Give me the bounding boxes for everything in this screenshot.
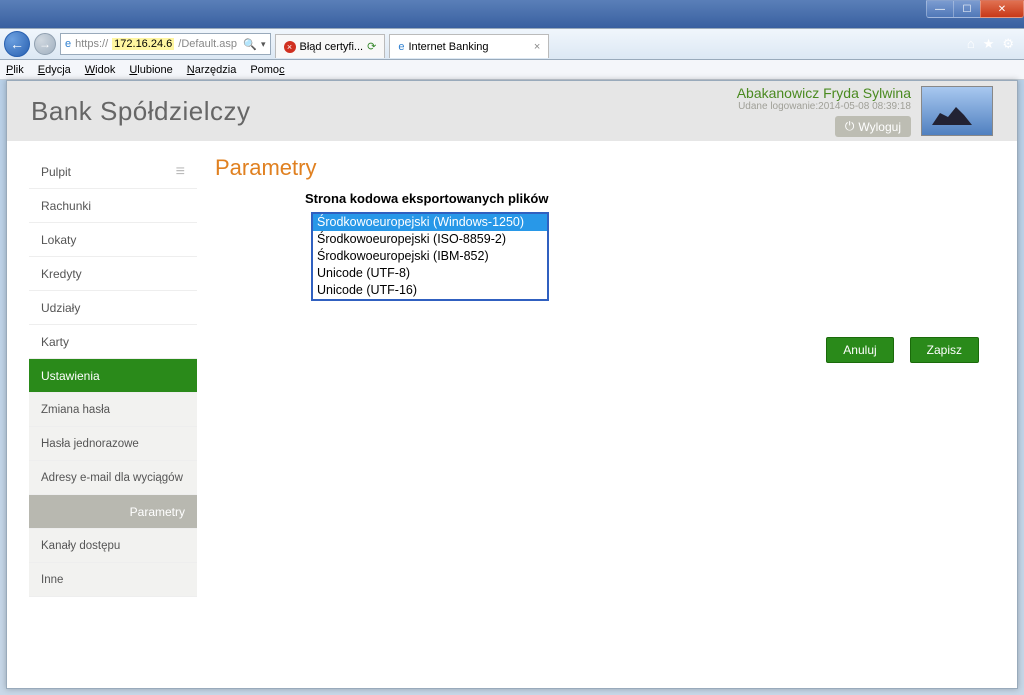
header-image bbox=[921, 86, 993, 136]
menu-widok[interactable]: Widok bbox=[85, 64, 116, 76]
favorites-icon[interactable]: ★ bbox=[983, 36, 995, 52]
cert-error-label: Błąd certyfi... bbox=[300, 41, 364, 53]
sidebar-item-rachunki[interactable]: Rachunki bbox=[29, 189, 197, 223]
back-button[interactable]: ← bbox=[4, 31, 30, 57]
window-minimize-button[interactable]: — bbox=[926, 0, 954, 18]
save-label: Zapisz bbox=[927, 343, 962, 357]
url-host: 172.16.24.6 bbox=[112, 38, 174, 50]
sidebar-item-label: Rachunki bbox=[41, 199, 91, 213]
ie-icon: e bbox=[65, 38, 71, 50]
certificate-error-tab[interactable]: × Błąd certyfi... ⟳ bbox=[275, 34, 386, 58]
cancel-button[interactable]: Anuluj bbox=[826, 337, 893, 363]
sidebar-item-label: Hasła jednorazowe bbox=[41, 438, 139, 450]
sidebar-item-pulpit[interactable]: Pulpit ≡ bbox=[29, 155, 197, 189]
sidebar-item-karty[interactable]: Karty bbox=[29, 325, 197, 359]
tab-close-icon[interactable]: × bbox=[534, 41, 540, 53]
power-icon: ⏻ bbox=[845, 119, 855, 134]
url-scheme: https:// bbox=[75, 38, 108, 50]
encoding-select[interactable]: Środkowoeuropejski (Windows-1250) Środko… bbox=[311, 212, 549, 301]
login-timestamp: Udane logowanie:2014-05-08 08:39:18 bbox=[737, 101, 911, 112]
encoding-option[interactable]: Środkowoeuropejski (Windows-1250) bbox=[313, 214, 547, 231]
tab-title: Internet Banking bbox=[408, 41, 488, 53]
sidebar-item-label: Pulpit bbox=[41, 165, 71, 179]
error-icon: × bbox=[284, 41, 296, 53]
sidebar-item-label: Adresy e-mail dla wyciągów bbox=[41, 472, 183, 484]
menu-pomoc[interactable]: Pomoc bbox=[250, 64, 284, 76]
encoding-option[interactable]: Unicode (UTF-16) bbox=[313, 282, 547, 299]
sidebar-item-label: Kredyty bbox=[41, 267, 82, 281]
sidebar-item-label: Parametry bbox=[130, 505, 185, 519]
logout-label: Wyloguj bbox=[858, 120, 901, 134]
window-maximize-button[interactable]: ☐ bbox=[953, 0, 981, 18]
sidebar-item-hasla-jednorazowe[interactable]: Hasła jednorazowe bbox=[29, 427, 197, 461]
search-icon[interactable]: 🔍 bbox=[241, 38, 259, 51]
page-document: Bank Spółdzielczy Abakanowicz Fryda Sylw… bbox=[6, 80, 1018, 689]
sidebar-item-udzialy[interactable]: Udziały bbox=[29, 291, 197, 325]
sidebar-item-label: Lokaty bbox=[41, 233, 76, 247]
home-icon[interactable]: ⌂ bbox=[967, 36, 975, 52]
sidebar-item-label: Udziały bbox=[41, 301, 80, 315]
ie-icon: e bbox=[398, 41, 404, 53]
sidebar-item-label: Kanały dostępu bbox=[41, 540, 120, 552]
menu-plik[interactable]: PPliklik bbox=[6, 64, 24, 76]
sidebar-item-label: Karty bbox=[41, 335, 69, 349]
tools-icon[interactable]: ⚙ bbox=[1002, 36, 1014, 52]
browser-tab[interactable]: e Internet Banking × bbox=[389, 34, 549, 58]
address-bar[interactable]: e https:// 172.16.24.6/Default.asp 🔍 ▾ bbox=[60, 33, 271, 55]
sidebar-item-label: Inne bbox=[41, 574, 63, 586]
window-titlebar: — ☐ ✕ bbox=[0, 0, 1024, 28]
arrow-left-icon: ← bbox=[10, 36, 24, 52]
cancel-label: Anuluj bbox=[843, 343, 876, 357]
url-path: /Default.asp bbox=[178, 38, 237, 50]
page-title: Parametry bbox=[215, 155, 995, 181]
sidebar-item-parametry[interactable]: Parametry bbox=[29, 495, 197, 529]
menu-edycja[interactable]: Edycja bbox=[38, 64, 71, 76]
page-header: Bank Spółdzielczy Abakanowicz Fryda Sylw… bbox=[7, 81, 1017, 141]
user-name: Abakanowicz Fryda Sylwina bbox=[737, 85, 911, 101]
encoding-option[interactable]: Środkowoeuropejski (ISO-8859-2) bbox=[313, 231, 547, 248]
refresh-icon[interactable]: ⟳ bbox=[367, 40, 376, 53]
hamburger-icon[interactable]: ≡ bbox=[176, 164, 185, 180]
forward-button[interactable]: → bbox=[34, 33, 56, 55]
sidebar-item-adresy-email[interactable]: Adresy e-mail dla wyciągów bbox=[29, 461, 197, 495]
setting-label: Strona kodowa eksportowanych plików bbox=[305, 191, 995, 206]
sidebar-item-lokaty[interactable]: Lokaty bbox=[29, 223, 197, 257]
save-button[interactable]: Zapisz bbox=[910, 337, 979, 363]
sidebar: Pulpit ≡ Rachunki Lokaty Kredyty Udziały… bbox=[29, 155, 197, 597]
encoding-option[interactable]: Środkowoeuropejski (IBM-852) bbox=[313, 248, 547, 265]
menu-ulubione[interactable]: Ulubione bbox=[129, 64, 172, 76]
bank-logo-text: Bank Spółdzielczy bbox=[31, 96, 251, 127]
arrow-right-icon: → bbox=[39, 37, 51, 51]
dropdown-icon[interactable]: ▾ bbox=[261, 39, 266, 50]
sidebar-item-kredyty[interactable]: Kredyty bbox=[29, 257, 197, 291]
browser-nav-row: ← → e https:// 172.16.24.6/Default.asp 🔍 … bbox=[0, 28, 1024, 60]
logout-button[interactable]: ⏻ Wyloguj bbox=[835, 116, 911, 137]
sidebar-item-ustawienia[interactable]: Ustawienia bbox=[29, 359, 197, 393]
encoding-option[interactable]: Unicode (UTF-8) bbox=[313, 265, 547, 282]
main-panel: Parametry Strona kodowa eksportowanych p… bbox=[215, 155, 995, 597]
menu-narzedzia[interactable]: Narzędzia bbox=[187, 64, 237, 76]
window-close-button[interactable]: ✕ bbox=[980, 0, 1024, 18]
sidebar-item-inne[interactable]: Inne bbox=[29, 563, 197, 597]
menu-bar: PPliklik Edycja Widok Ulubione Narzędzia… bbox=[0, 60, 1024, 80]
sidebar-item-zmiana-hasla[interactable]: Zmiana hasła bbox=[29, 393, 197, 427]
sidebar-item-label: Zmiana hasła bbox=[41, 404, 110, 416]
sidebar-item-label: Ustawienia bbox=[41, 369, 100, 383]
sidebar-item-kanaly[interactable]: Kanały dostępu bbox=[29, 529, 197, 563]
